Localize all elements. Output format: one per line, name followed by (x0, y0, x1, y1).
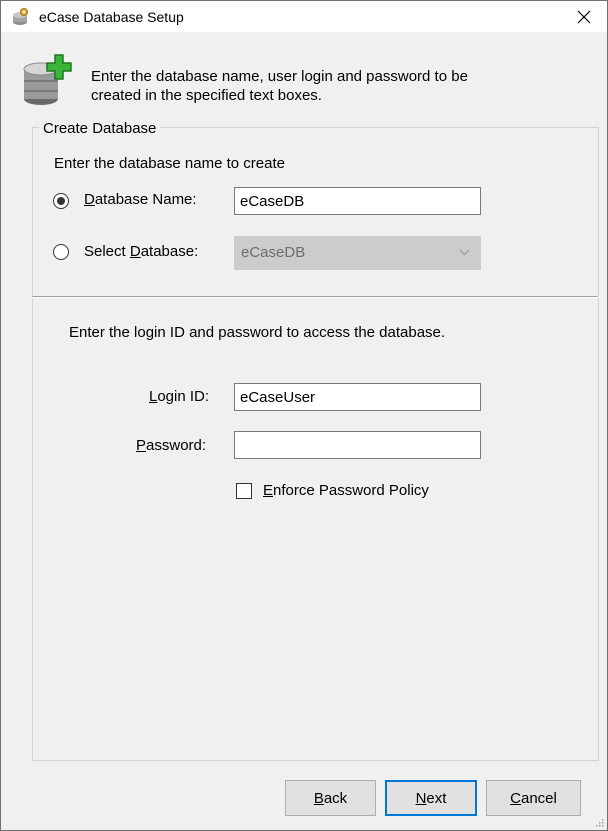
database-add-icon (23, 54, 72, 105)
login-instruction: Enter the login ID and password to acces… (69, 324, 446, 341)
policy-label-text: nforce Password Policy (273, 482, 429, 499)
policy-label-mnemonic: E (263, 482, 274, 499)
title-bar: eCase Database Setup (1, 1, 607, 32)
enforce-password-policy-label: Enforce Password Policy (263, 482, 429, 499)
database-name-label: Database Name: (84, 191, 197, 208)
login-id-label: Login ID: (149, 388, 209, 405)
setup-dialog: eCase Database Setup Enter the database … (0, 0, 608, 831)
back-mnemonic: B (313, 789, 324, 807)
next-label: ext (426, 789, 447, 807)
select-db-label-text: atabase: (140, 243, 199, 260)
resize-grip-icon[interactable] (594, 817, 604, 827)
database-name-radio[interactable] (53, 193, 69, 209)
header-line-2: created in the specified text boxes. (91, 87, 322, 104)
database-name-input[interactable] (234, 187, 481, 215)
login-section (32, 298, 599, 761)
login-id-input[interactable] (234, 383, 481, 411)
cancel-mnemonic: C (510, 789, 521, 807)
window-title: eCase Database Setup (39, 9, 184, 25)
database-key-icon (13, 8, 28, 25)
header-description: Enter the database name, user login and … (91, 67, 571, 105)
cancel-button[interactable]: Cancel (486, 780, 581, 816)
radio-selected-dot (57, 197, 65, 205)
back-label: ack (323, 789, 348, 807)
select-database-label: Select Database: (84, 243, 198, 260)
enforce-password-policy-checkbox[interactable] (236, 483, 252, 499)
close-icon (577, 10, 591, 23)
next-mnemonic: N (415, 789, 427, 807)
password-label-text: assword: (146, 437, 207, 454)
close-button[interactable] (561, 1, 607, 32)
create-database-legend: Create Database (39, 120, 161, 137)
next-button[interactable]: Next (385, 780, 477, 816)
select-db-label-mnemonic: D (129, 243, 141, 260)
db-name-label-mnemonic: D (84, 191, 95, 208)
select-db-label-prefix: Select (84, 243, 130, 260)
password-input[interactable] (234, 431, 481, 459)
password-label: Password: (136, 437, 206, 454)
header-line-1: Enter the database name, user login and … (91, 68, 468, 85)
cancel-label: ancel (520, 789, 557, 807)
db-name-label-text: atabase Name: (94, 191, 197, 208)
back-button[interactable]: Back (285, 780, 376, 816)
chevron-down-icon (459, 249, 470, 256)
password-label-mnemonic: P (136, 437, 147, 454)
select-database-radio[interactable] (53, 244, 69, 260)
select-database-dropdown[interactable]: eCaseDB (234, 236, 481, 270)
select-database-value: eCaseDB (241, 244, 306, 261)
create-db-instruction: Enter the database name to create (54, 155, 285, 172)
login-label-text: ogin ID: (157, 388, 210, 405)
